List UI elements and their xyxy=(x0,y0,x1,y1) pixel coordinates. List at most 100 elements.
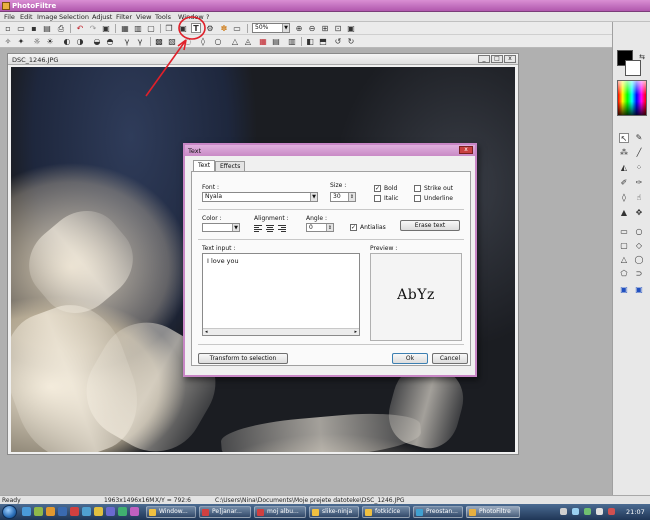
explorer-icon[interactable]: ▭ xyxy=(232,23,242,33)
chevron-down-icon[interactable]: ▼ xyxy=(310,193,317,201)
duplicate-icon[interactable]: ❐ xyxy=(164,23,174,33)
taskbar-clock[interactable]: 21:07 xyxy=(626,508,645,516)
menu-window[interactable]: Window xyxy=(178,13,204,21)
zoom-out-icon[interactable]: ⊖ xyxy=(307,23,317,33)
diamond-icon[interactable]: ◇ xyxy=(634,241,644,251)
scroll-right-icon[interactable]: ▸ xyxy=(354,329,357,335)
color-balance-icon[interactable]: ▤ xyxy=(271,36,281,46)
rounded-rect-icon[interactable]: ▢ xyxy=(619,241,629,251)
triangle-icon[interactable]: △ xyxy=(619,255,629,265)
brightness-plus-icon[interactable]: ☼ xyxy=(32,36,42,46)
image-size-icon[interactable]: ▦ xyxy=(120,23,130,33)
menu-file[interactable]: File xyxy=(4,13,15,21)
undo-icon[interactable]: ↶ xyxy=(75,23,85,33)
app-quick-launch-icon[interactable] xyxy=(106,507,115,516)
taskbar-button-slike-ninja[interactable]: slike-ninja xyxy=(309,506,359,518)
sharpen-icon[interactable]: ◊ xyxy=(198,36,208,46)
selection-mode-alt-icon[interactable]: ▣ xyxy=(634,285,644,295)
tab-text[interactable]: Text xyxy=(193,160,216,171)
text-input-area[interactable]: I love you ◂ ▸ xyxy=(202,253,360,336)
dialog-title-bar[interactable]: Text x xyxy=(185,145,475,156)
media-quick-launch-icon[interactable] xyxy=(46,507,55,516)
menu-image[interactable]: Image xyxy=(37,13,57,21)
gamma-minus-icon[interactable]: γ xyxy=(135,36,145,46)
menu-edit[interactable]: Edit xyxy=(20,13,33,21)
sepia-icon[interactable]: ▧ xyxy=(167,36,177,46)
taskbar-button-photofiltre[interactable]: PhotoFiltre xyxy=(466,506,520,518)
brightness-minus-icon[interactable]: ☀ xyxy=(45,36,55,46)
open-folder-icon[interactable]: ▭ xyxy=(16,23,26,33)
color-palette[interactable] xyxy=(617,80,647,116)
app2-quick-launch-icon[interactable] xyxy=(118,507,127,516)
italic-checkbox[interactable] xyxy=(374,195,381,202)
sharpen-more-icon[interactable]: △ xyxy=(230,36,240,46)
image-window-title-bar[interactable]: DSC_1246.JPG _ □ x xyxy=(8,54,518,65)
strikeout-checkbox[interactable] xyxy=(414,185,421,192)
opera-quick-launch-icon[interactable] xyxy=(70,507,79,516)
tab-effects[interactable]: Effects xyxy=(215,161,246,171)
antialias-checkbox[interactable]: ✓ xyxy=(350,224,357,231)
spin-arrows-icon[interactable]: ⇕ xyxy=(326,224,333,231)
auto-contrast-icon[interactable]: ✦ xyxy=(16,36,26,46)
fit-window-icon[interactable]: ⊡ xyxy=(333,23,343,33)
language-tray-icon[interactable] xyxy=(560,508,567,515)
auto-levels-icon[interactable]: ✧ xyxy=(3,36,13,46)
magic-wand-icon[interactable]: ⁂ xyxy=(619,148,629,158)
text-tool-icon[interactable]: T xyxy=(191,23,201,33)
horizontal-scrollbar[interactable]: ◂ ▸ xyxy=(203,328,359,335)
ok-button[interactable]: Ok xyxy=(392,353,428,364)
bold-checkbox[interactable]: ✓ xyxy=(374,185,381,192)
close-button[interactable]: x xyxy=(504,55,516,63)
blur-icon[interactable]: ◌ xyxy=(183,36,193,46)
gamma-plus-icon[interactable]: γ xyxy=(122,36,132,46)
layer-icon[interactable]: ▣ xyxy=(178,23,188,33)
flip-horizontal-icon[interactable]: ◧ xyxy=(305,36,315,46)
actual-size-icon[interactable]: ⊞ xyxy=(320,23,330,33)
soften-icon[interactable]: ○ xyxy=(213,36,223,46)
scan-icon[interactable]: ▤ xyxy=(42,23,52,33)
rotate-left-icon[interactable]: ↺ xyxy=(333,36,343,46)
rotate-right-icon[interactable]: ↻ xyxy=(346,36,356,46)
polygon-icon[interactable]: ⬠ xyxy=(619,269,629,279)
menu-help[interactable]: ? xyxy=(206,13,209,21)
show-desktop-icon[interactable] xyxy=(34,507,43,516)
security-tray-icon[interactable] xyxy=(608,508,615,515)
color-picker[interactable]: ▼ xyxy=(202,223,240,232)
crop-icon[interactable]: ▢ xyxy=(146,23,156,33)
plugin-icon[interactable]: ✽ xyxy=(219,23,229,33)
print-icon[interactable]: ⎙ xyxy=(56,23,66,33)
erase-text-button[interactable]: Erase text xyxy=(400,220,460,231)
rectangle-icon[interactable]: ▭ xyxy=(619,227,629,237)
chevron-down-icon[interactable]: ▼ xyxy=(232,224,239,231)
align-left-icon[interactable] xyxy=(254,224,262,232)
volume-tray-icon[interactable] xyxy=(596,508,603,515)
transform-to-selection-button[interactable]: Transform to selection xyxy=(198,353,288,364)
rgb-icon[interactable]: ▦ xyxy=(258,36,268,46)
menu-filter[interactable]: Filter xyxy=(116,13,132,21)
start-button[interactable] xyxy=(2,505,17,519)
minimize-button[interactable]: _ xyxy=(478,55,490,63)
swap-colors-icon[interactable]: ⇆ xyxy=(637,52,647,62)
taskbar-button-window[interactable]: Window... xyxy=(146,506,196,518)
browser-quick-launch-icon[interactable] xyxy=(22,507,31,516)
deformation-icon[interactable]: ✥ xyxy=(634,208,644,218)
noise-icon[interactable]: ◬ xyxy=(243,36,253,46)
lasso-icon[interactable]: ◯ xyxy=(634,255,644,265)
ellipse-icon[interactable]: ○ xyxy=(634,227,644,237)
font-select[interactable]: Nyala ▼ xyxy=(202,192,318,202)
flip-vertical-icon[interactable]: ⬒ xyxy=(318,36,328,46)
taskbar-button-pejanar[interactable]: Pe]janar... xyxy=(199,506,251,518)
finger-icon[interactable]: ☝ xyxy=(634,193,644,203)
tray-app-icon[interactable] xyxy=(584,508,591,515)
magnet-icon[interactable]: ⊃ xyxy=(634,269,644,279)
messenger-quick-launch-icon[interactable] xyxy=(82,507,91,516)
folder-quick-launch-icon[interactable] xyxy=(94,507,103,516)
app3-quick-launch-icon[interactable] xyxy=(130,507,139,516)
full-screen-icon[interactable]: ▣ xyxy=(346,23,356,33)
redo-icon[interactable]: ↷ xyxy=(88,23,98,33)
zoom-in-icon[interactable]: ⊕ xyxy=(294,23,304,33)
network-tray-icon[interactable] xyxy=(572,508,579,515)
menu-adjust[interactable]: Adjust xyxy=(92,13,112,21)
size-input[interactable]: 30 ⇕ xyxy=(330,192,356,202)
gradient-icon[interactable]: ▥ xyxy=(287,36,297,46)
